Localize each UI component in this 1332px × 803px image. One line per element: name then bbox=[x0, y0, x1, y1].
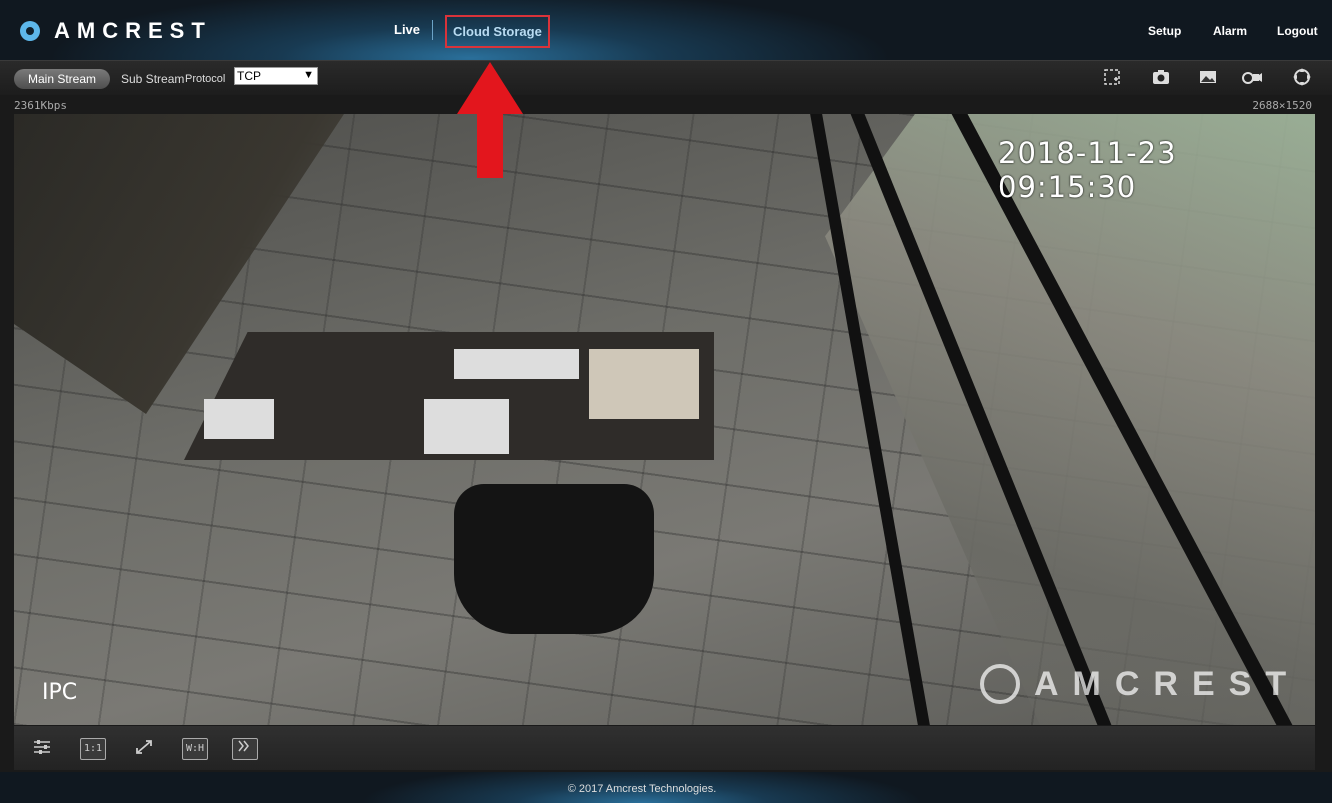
nav-logout[interactable]: Logout bbox=[1277, 24, 1318, 38]
video-office-chair bbox=[454, 484, 654, 634]
ptz-control-icon[interactable] bbox=[1290, 67, 1314, 89]
original-size-icon[interactable]: 1:1 bbox=[80, 738, 106, 760]
video-timestamp: 2018-11-23 09:15:30 bbox=[998, 136, 1177, 204]
stream-toolbar: Main Stream Sub Stream Protocol TCP ▼ bbox=[0, 60, 1332, 95]
sub-stream-button[interactable]: Sub Stream bbox=[121, 69, 184, 89]
region-zoom-icon[interactable] bbox=[1100, 67, 1124, 89]
watermark-text: AMCREST bbox=[1034, 664, 1301, 703]
image-adjust-icon[interactable] bbox=[30, 738, 54, 758]
video-control-bar: 1:1 W:H bbox=[14, 726, 1315, 770]
resolution-readout: 2688×1520 bbox=[1252, 99, 1312, 112]
record-video-icon[interactable] bbox=[1240, 67, 1264, 89]
footer: © 2017 Amcrest Technologies. bbox=[0, 772, 1332, 803]
main-stream-button[interactable]: Main Stream bbox=[14, 69, 111, 89]
fluency-icon[interactable] bbox=[232, 738, 258, 760]
video-desk-item bbox=[589, 349, 699, 419]
nav-alarm[interactable]: Alarm bbox=[1213, 24, 1247, 38]
protocol-label: Protocol bbox=[185, 73, 226, 85]
live-video-view[interactable]: 2018-11-23 09:15:30 IPC AMCREST bbox=[14, 114, 1315, 725]
top-navigation-bar: AMCREST Live Cloud Storage Setup Alarm L… bbox=[0, 0, 1332, 60]
chevron-down-icon: ▼ bbox=[303, 69, 314, 81]
copyright-text: © 2017 Amcrest Technologies. bbox=[567, 783, 717, 795]
red-arrow-annotation-icon bbox=[457, 62, 523, 178]
snapshot-camera-icon[interactable] bbox=[1149, 67, 1173, 89]
bitrate-readout: 2361Kbps bbox=[14, 99, 67, 112]
aspect-ratio-icon[interactable]: W:H bbox=[182, 738, 208, 760]
image-icon[interactable] bbox=[1196, 67, 1220, 89]
video-channel-label: IPC bbox=[42, 680, 78, 705]
protocol-select[interactable]: TCP ▼ bbox=[234, 67, 318, 85]
stream-status-row: 2361Kbps 2688×1520 bbox=[0, 98, 1332, 114]
amcrest-watermark-icon bbox=[980, 664, 1020, 704]
aspect-ratio-label: W:H bbox=[185, 743, 205, 754]
amcrest-watermark: AMCREST bbox=[980, 664, 1300, 704]
original-size-label: 1:1 bbox=[83, 743, 103, 754]
nav-live[interactable]: Live bbox=[394, 22, 420, 37]
fullscreen-icon[interactable] bbox=[132, 738, 156, 758]
video-desk-item bbox=[454, 349, 579, 379]
video-desk-item bbox=[424, 399, 509, 454]
amcrest-logo: AMCREST bbox=[20, 18, 212, 44]
amcrest-logo-icon bbox=[20, 21, 40, 41]
nav-cloud-storage[interactable]: Cloud Storage bbox=[445, 15, 550, 48]
brand-name: AMCREST bbox=[54, 18, 212, 43]
protocol-select-value: TCP bbox=[237, 69, 261, 83]
video-desk-item bbox=[204, 399, 274, 439]
nav-setup[interactable]: Setup bbox=[1148, 24, 1181, 38]
nav-divider bbox=[432, 20, 433, 40]
